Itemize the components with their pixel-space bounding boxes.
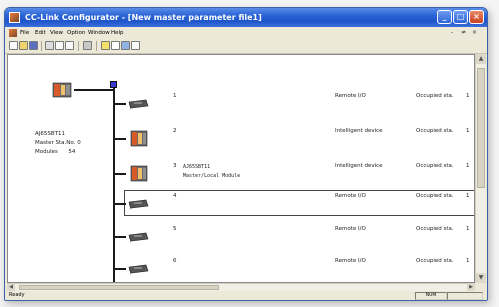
app-window: CC-Link Configurator - [New master param… [4, 7, 488, 301]
remote-io-module-icon[interactable] [126, 193, 150, 213]
horizontal-scroll-thumb[interactable] [19, 285, 219, 290]
remote-io-module-icon[interactable] [126, 258, 150, 278]
station-type: Remote I/O [335, 258, 366, 264]
properties-icon[interactable] [131, 41, 140, 50]
mdi-restore-button[interactable]: ≠ [461, 27, 466, 39]
branch-line [114, 138, 126, 140]
paste-icon[interactable] [65, 41, 74, 50]
occupied-value: 1 [466, 93, 470, 99]
station-row[interactable]: 1 Remote I/O Occupied sta. 1 [8, 88, 474, 118]
station-row-selected[interactable]: 4 Remote I/O Occupied sta. 1 [8, 188, 474, 218]
menu-edit[interactable]: Edit [35, 27, 46, 39]
network-canvas[interactable]: AJ65SBT11 Master Sta.No. 0 Modules 54 1 … [7, 54, 475, 283]
station-type: Intelligent device [335, 163, 383, 169]
toolbar-separator [78, 41, 79, 51]
open-icon[interactable] [19, 41, 28, 50]
station-number: 1 [173, 93, 177, 99]
copy-icon[interactable] [55, 41, 64, 50]
branch-line [114, 103, 126, 105]
branch-line [114, 173, 126, 175]
vertical-scrollbar[interactable]: ▲ ▼ [475, 54, 486, 283]
title-bar[interactable]: CC-Link Configurator - [New master param… [5, 8, 487, 27]
document-icon [9, 29, 17, 37]
station-type: Remote I/O [335, 93, 366, 99]
horizontal-scrollbar[interactable]: ◀ ▶ [7, 283, 475, 291]
menu-bar: File Edit View Option Window Help - ≠ × [5, 27, 487, 39]
intelligent-device-icon[interactable] [126, 163, 150, 183]
station-type: Remote I/O [335, 193, 366, 199]
branch-line [114, 203, 126, 205]
occupied-label: Occupied sta. [416, 193, 454, 199]
branch-line [114, 268, 126, 270]
occupied-value: 1 [466, 193, 470, 199]
menu-option[interactable]: Option [67, 27, 85, 39]
new-icon[interactable] [9, 41, 18, 50]
scroll-down-icon[interactable]: ▼ [476, 273, 486, 283]
remote-io-module-icon[interactable] [126, 93, 150, 113]
station-type: Intelligent device [335, 128, 383, 134]
remote-io-module-icon[interactable] [126, 226, 150, 246]
toolbar-separator [41, 41, 42, 51]
menu-window[interactable]: Window [88, 27, 110, 39]
station-type: Remote I/O [335, 226, 366, 232]
station-number: 2 [173, 128, 177, 134]
save-icon[interactable] [29, 41, 38, 50]
station-model-description: Master/Local Module [183, 173, 241, 179]
occupied-value: 1 [466, 128, 470, 134]
bus-terminal-node [110, 81, 117, 88]
status-num-indicator: NUM [415, 292, 447, 300]
status-text: Ready [9, 292, 25, 298]
station-number: 5 [173, 226, 177, 232]
app-icon [9, 12, 20, 23]
print-icon[interactable] [83, 41, 92, 50]
toolbar-separator [96, 41, 97, 51]
station-row[interactable]: 2 Intelligent device Occupied sta. 1 [8, 123, 474, 153]
station-model: AJ65SBT11 [183, 164, 211, 170]
station-number: 3 [173, 163, 177, 169]
menu-view[interactable]: View [50, 27, 63, 39]
menu-file[interactable]: File [20, 27, 29, 39]
help-icon[interactable] [101, 41, 110, 50]
question-icon[interactable] [111, 41, 120, 50]
occupied-value: 1 [466, 163, 470, 169]
occupied-value: 1 [466, 226, 470, 232]
scroll-right-icon[interactable]: ▶ [467, 284, 475, 291]
close-button[interactable]: × [469, 10, 484, 24]
occupied-value: 1 [466, 258, 470, 264]
toolbar [5, 39, 487, 54]
cut-icon[interactable] [45, 41, 54, 50]
maximize-button[interactable]: □ [453, 10, 468, 24]
mdi-minimize-button[interactable]: - [451, 27, 453, 39]
occupied-label: Occupied sta. [416, 226, 454, 232]
vertical-scroll-thumb[interactable] [477, 68, 485, 188]
station-row[interactable]: 6 Remote I/O Occupied sta. 1 [8, 253, 474, 282]
window-title: CC-Link Configurator - [New master param… [25, 13, 262, 22]
intelligent-device-icon[interactable] [126, 128, 150, 148]
menu-help[interactable]: Help [111, 27, 124, 39]
status-bar: Ready NUM [5, 291, 487, 300]
scroll-up-icon[interactable]: ▲ [476, 54, 486, 64]
occupied-label: Occupied sta. [416, 258, 454, 264]
status-pane [447, 292, 483, 300]
mdi-close-button[interactable]: × [472, 27, 477, 39]
occupied-label: Occupied sta. [416, 163, 454, 169]
branch-line [114, 236, 126, 238]
station-row[interactable]: 3 AJ65SBT11 Master/Local Module Intellig… [8, 158, 474, 188]
station-number: 4 [173, 193, 177, 199]
station-model-info: AJ65SBT11 Master/Local Module [183, 163, 240, 181]
find-icon[interactable] [121, 41, 130, 50]
occupied-label: Occupied sta. [416, 128, 454, 134]
scroll-left-icon[interactable]: ◀ [7, 284, 15, 291]
minimize-button[interactable]: _ [437, 10, 452, 24]
station-number: 6 [173, 258, 177, 264]
station-row[interactable]: 5 Remote I/O Occupied sta. 1 [8, 221, 474, 251]
occupied-label: Occupied sta. [416, 93, 454, 99]
